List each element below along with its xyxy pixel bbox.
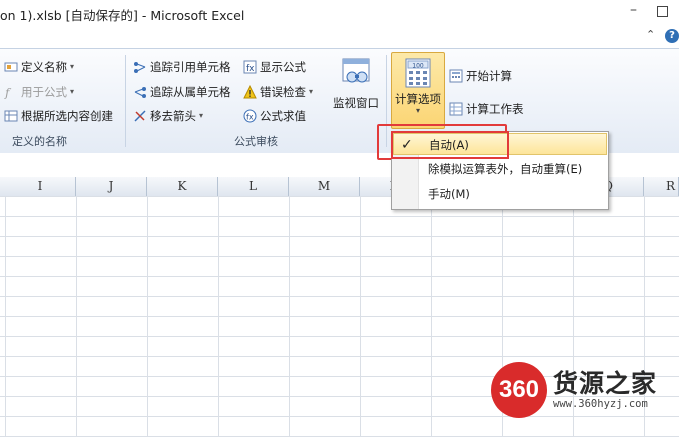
- show-formulas-icon: fx: [243, 60, 257, 74]
- group-separator: [125, 55, 126, 147]
- chevron-down-icon: ▾: [70, 87, 75, 96]
- trace-dependents-button[interactable]: 追踪从属单元格: [133, 83, 231, 101]
- show-formulas-label: 显示公式: [260, 60, 306, 74]
- chevron-down-icon: ▾: [415, 106, 420, 115]
- formula-auditing-group-label: 公式审核: [234, 135, 278, 148]
- defined-names-group-label: 定义的名称: [12, 135, 67, 148]
- menu-item-label: 手动(M): [428, 187, 470, 201]
- evaluate-formula-label: 公式求值: [260, 109, 306, 123]
- column-header[interactable]: I: [5, 177, 76, 196]
- watch-window-button[interactable]: 监视窗口: [330, 53, 382, 129]
- calculate-now-icon: [449, 69, 463, 83]
- evaluate-formula-button[interactable]: fx 公式求值: [243, 107, 306, 125]
- create-from-selection-icon: [4, 109, 18, 123]
- column-header[interactable]: J: [76, 177, 147, 196]
- calculation-options-label: 计算选项: [395, 92, 441, 106]
- calculate-sheet-icon: [449, 102, 463, 116]
- error-checking-label: 错误检查: [260, 85, 306, 99]
- menu-item-manual[interactable]: 手动(M): [393, 183, 607, 205]
- svg-text:fx: fx: [246, 64, 255, 74]
- remove-arrows-button[interactable]: 移去箭头 ▾: [133, 107, 203, 125]
- svg-text:ƒ: ƒ: [4, 86, 12, 99]
- column-header[interactable]: L: [218, 177, 289, 196]
- trace-precedents-icon: [133, 60, 147, 74]
- menu-item-label: 除模拟运算表外，自动重算(E): [428, 162, 583, 176]
- minimize-button[interactable]: –: [630, 2, 637, 18]
- define-name-button[interactable]: 定义名称 ▾: [4, 58, 74, 76]
- show-formulas-button[interactable]: fx 显示公式: [243, 58, 306, 76]
- column-header[interactable]: R: [644, 177, 679, 196]
- use-in-formula-label: 用于公式: [21, 85, 67, 99]
- column-header[interactable]: K: [147, 177, 218, 196]
- use-in-formula-button[interactable]: ƒ 用于公式 ▾: [2, 83, 75, 101]
- chevron-down-icon: ▾: [199, 111, 204, 120]
- calc-icon-text: 100: [412, 63, 424, 70]
- maximize-button[interactable]: [657, 6, 668, 17]
- chevron-down-icon: ▾: [70, 62, 75, 71]
- calculation-options-button[interactable]: 100 计算选项 ▾: [391, 52, 445, 129]
- help-icon[interactable]: ?: [665, 29, 679, 43]
- trace-dependents-icon: [133, 85, 147, 99]
- menu-item-automatic-except-tables[interactable]: 除模拟运算表外，自动重算(E): [393, 158, 607, 180]
- trace-precedents-button[interactable]: 追踪引用单元格: [133, 58, 231, 76]
- svg-text:fx: fx: [246, 113, 254, 122]
- evaluate-formula-icon: fx: [243, 109, 257, 123]
- define-name-icon: [4, 60, 18, 74]
- remove-arrows-label: 移去箭头: [150, 109, 196, 123]
- ribbon-minimize-icon[interactable]: ⌃: [646, 28, 655, 41]
- calculate-sheet-button[interactable]: 计算工作表: [449, 100, 524, 118]
- remove-arrows-icon: [133, 109, 147, 123]
- chevron-down-icon: ▾: [309, 87, 314, 96]
- warning-icon: [243, 84, 257, 99]
- watermark: 360 货源之家 www.360hyzj.com: [491, 362, 679, 418]
- watermark-name: 货源之家: [553, 369, 658, 398]
- formula-fx-icon: ƒ: [2, 85, 18, 100]
- create-from-selection-button[interactable]: 根据所选内容创建: [4, 107, 113, 125]
- watermark-badge: 360: [491, 362, 547, 418]
- window-title: on 1).xlsb [自动保存的] - Microsoft Excel: [0, 8, 245, 23]
- error-checking-button[interactable]: 错误检查 ▾: [243, 83, 313, 101]
- trace-dependents-label: 追踪从属单元格: [150, 85, 231, 99]
- calculator-icon: 100: [404, 58, 432, 88]
- calculate-now-button[interactable]: 开始计算: [449, 67, 512, 85]
- calculate-sheet-label: 计算工作表: [466, 102, 524, 116]
- trace-precedents-label: 追踪引用单元格: [150, 60, 231, 74]
- watch-window-label: 监视窗口: [333, 96, 379, 110]
- column-header[interactable]: M: [289, 177, 360, 196]
- define-name-label: 定义名称: [21, 60, 67, 74]
- highlight-box: [391, 131, 509, 159]
- watermark-url: www.360hyzj.com: [553, 398, 648, 410]
- calculate-now-label: 开始计算: [466, 69, 512, 83]
- title-bar: on 1).xlsb [自动保存的] - Microsoft Excel –: [0, 0, 679, 26]
- create-from-selection-label: 根据所选内容创建: [21, 109, 113, 123]
- watch-window-icon: [341, 57, 371, 89]
